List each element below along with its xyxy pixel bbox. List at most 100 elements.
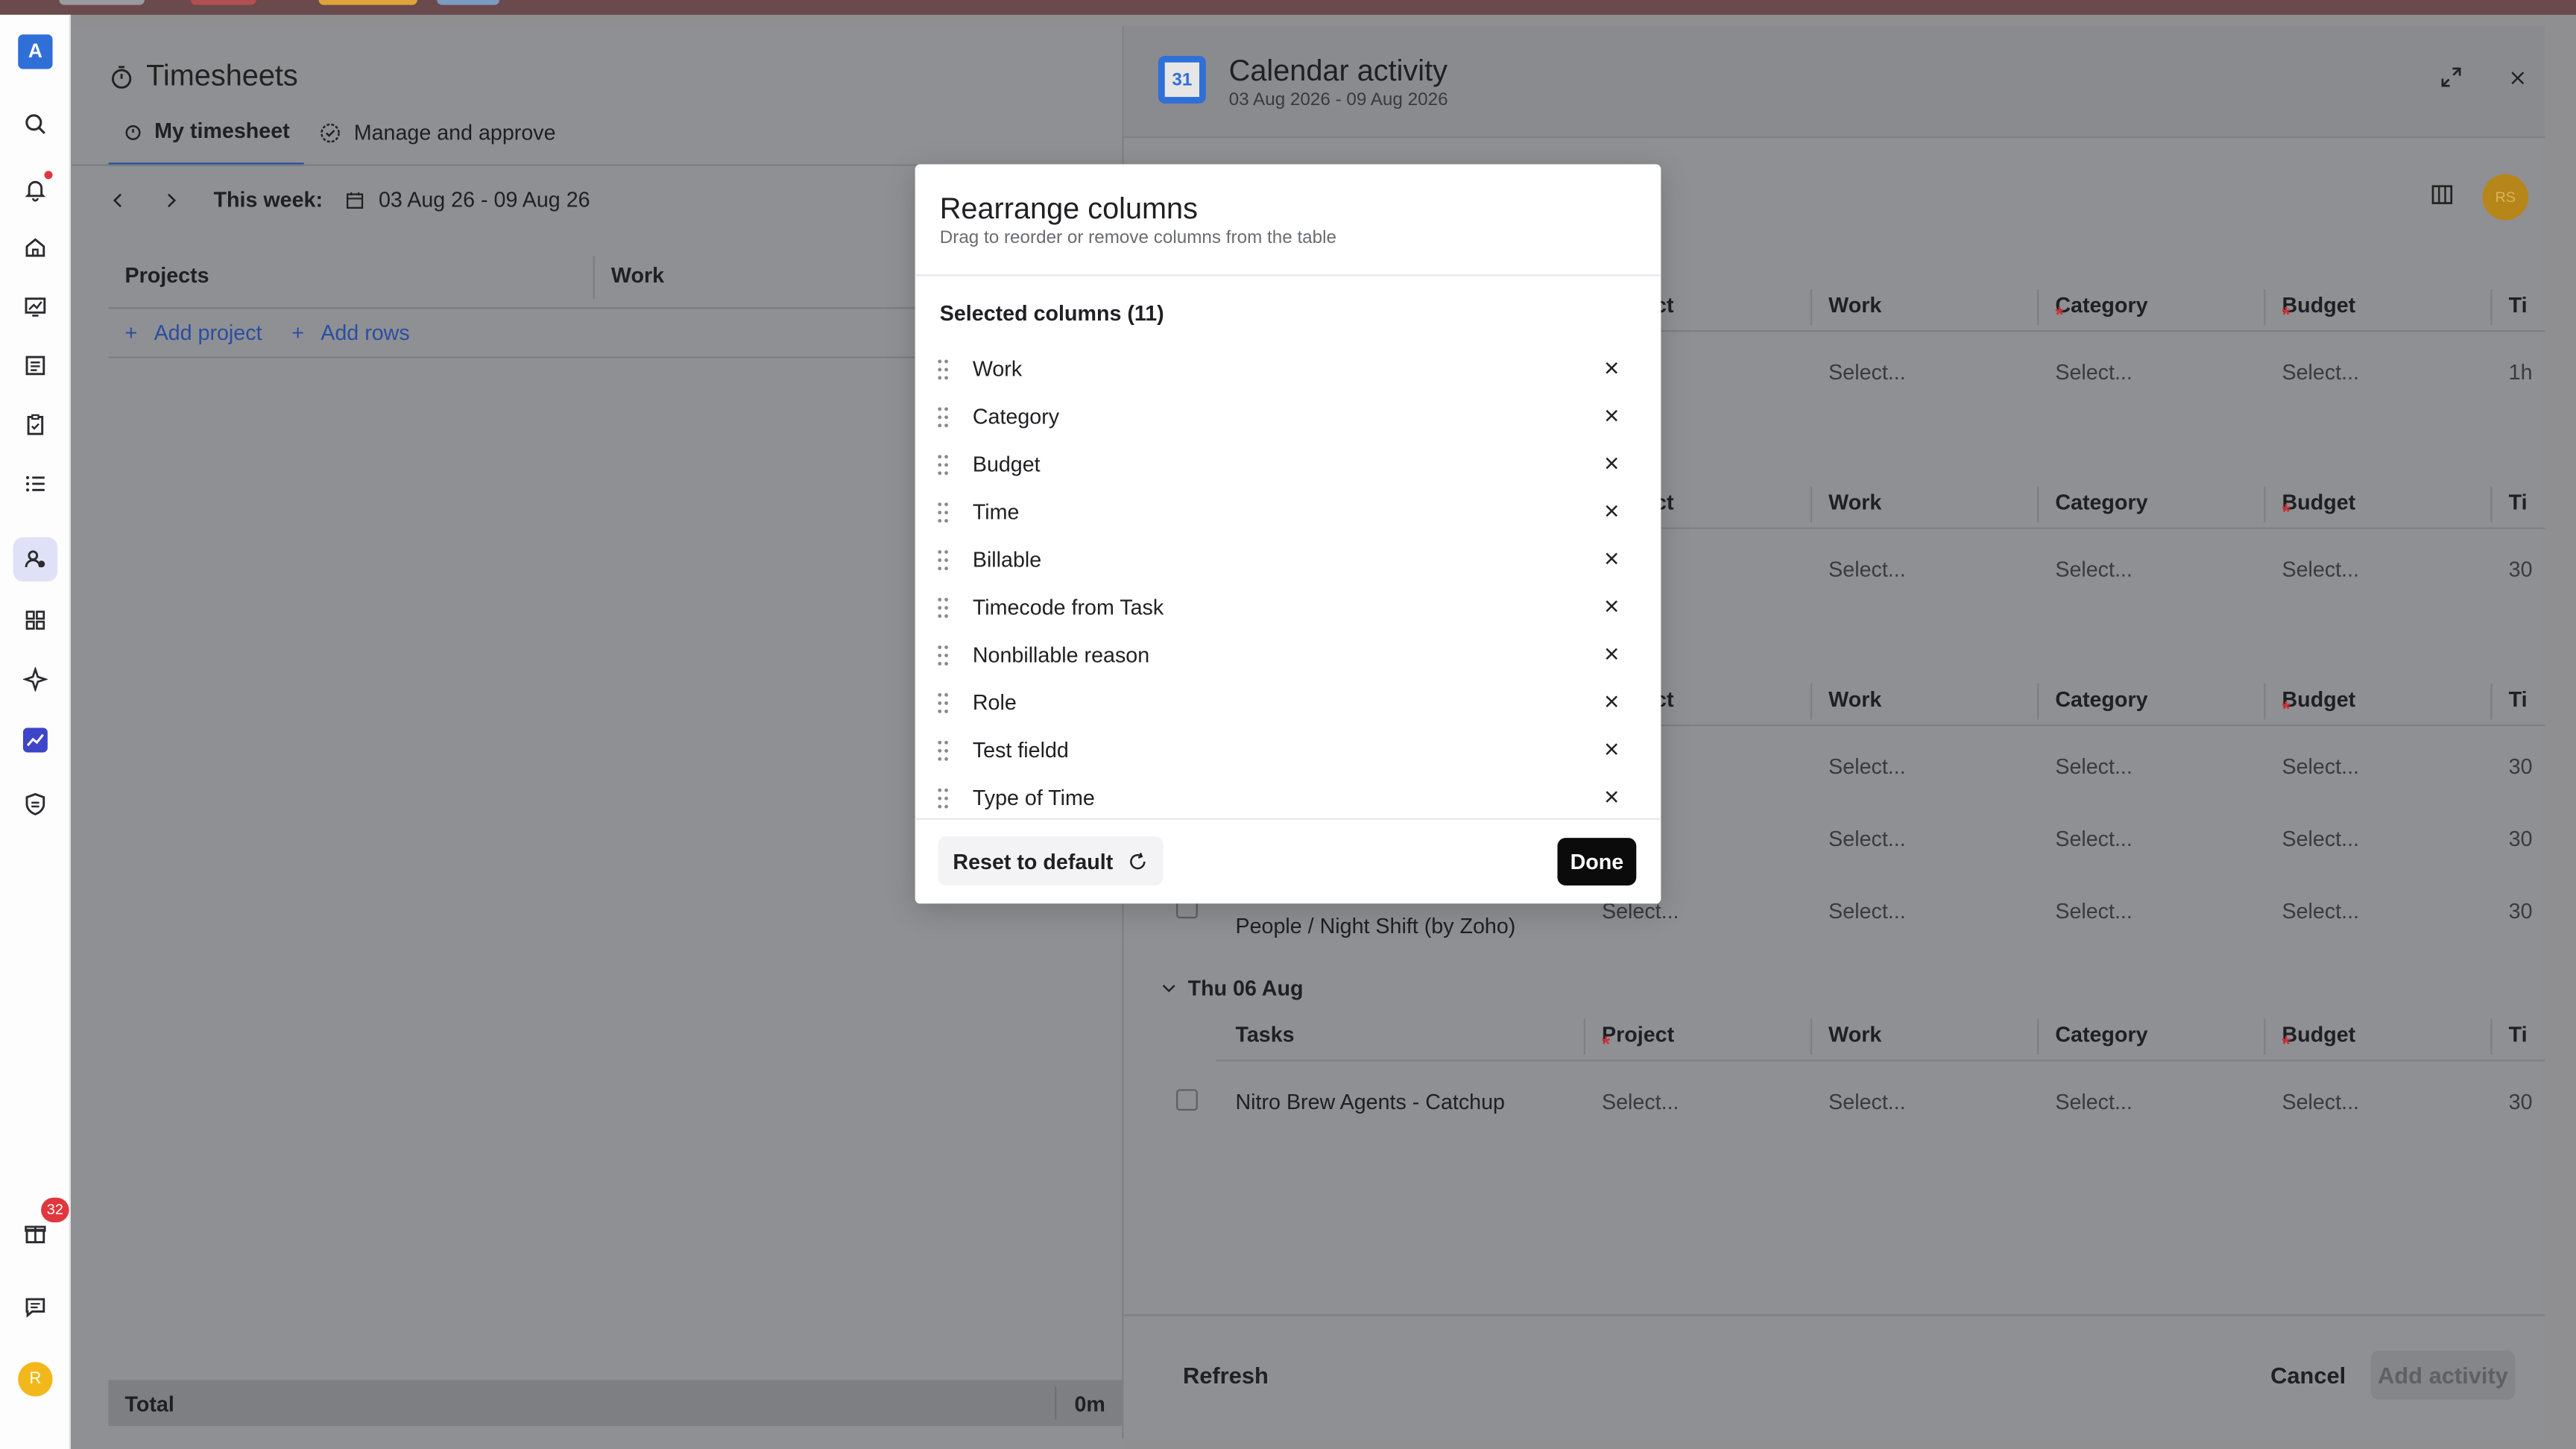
drag-handle-icon[interactable] [935,787,951,810]
day-group-toggle[interactable]: Thu 06 Aug [1160,976,1304,1000]
remove-column-icon[interactable] [1600,690,1623,713]
budget-select[interactable]: Select... [2282,754,2359,779]
refresh-button[interactable]: Refresh [1183,1362,1269,1388]
chevron-right-icon[interactable] [161,190,180,209]
column-list-item[interactable]: Nonbillable reason [915,631,1661,678]
sparkle-icon[interactable] [13,657,58,702]
apps-icon[interactable] [13,598,58,643]
column-divider [2037,683,2039,720]
home-icon[interactable] [13,225,58,270]
drag-handle-icon[interactable] [935,358,951,381]
people-icon[interactable] [13,537,58,582]
chevron-left-icon[interactable] [108,190,127,209]
column-list-item[interactable]: Type of Time [915,774,1661,818]
column-list-item[interactable]: Role [915,678,1661,726]
remove-column-icon[interactable] [1600,643,1623,666]
column-list-item[interactable]: Time [915,488,1661,536]
column-list-item[interactable]: Budget [915,441,1661,488]
selected-columns-list[interactable]: Work Category Budget Time Billable Timecode f… [915,345,1661,818]
remove-column-icon[interactable] [1600,595,1623,618]
time-cell[interactable]: 30 [2509,754,2533,779]
gift-icon[interactable]: 32 [13,1197,69,1255]
chat-icon[interactable] [13,1285,58,1330]
app-root: A 32 R Timesheets My timesheet Manage an… [0,0,2576,1449]
project-select[interactable]: Select... [1602,1089,1679,1114]
remove-column-icon[interactable] [1600,738,1623,761]
reset-to-default-button[interactable]: Reset to default [938,836,1163,886]
work-select[interactable]: Select... [1828,754,1906,779]
column-list-item[interactable]: Category [915,393,1661,441]
drag-handle-icon[interactable] [935,739,951,763]
drag-handle-icon[interactable] [935,549,951,572]
time-cell[interactable]: 30 [2509,557,2533,581]
budget-select[interactable]: Select... [2282,557,2359,581]
drag-handle-icon[interactable] [935,644,951,667]
add-rows-link[interactable]: + Add rows [291,321,410,345]
work-select[interactable]: Select... [1828,827,1906,851]
drag-handle-icon[interactable] [935,453,951,476]
column-list-item[interactable]: Work [915,345,1661,393]
remove-column-icon[interactable] [1600,499,1623,523]
remove-column-icon[interactable] [1600,404,1623,427]
drag-handle-icon[interactable] [935,596,951,619]
tab-chip [190,0,256,5]
column-header: Ti [2508,1021,2528,1047]
drag-handle-icon[interactable] [935,692,951,715]
chart-icon[interactable] [13,718,58,763]
tab-manage-approve[interactable]: Manage and approve [305,119,571,166]
remove-column-icon[interactable] [1600,786,1623,809]
category-select[interactable]: Select... [2055,360,2133,385]
columns-icon[interactable] [2430,183,2460,212]
list-icon[interactable] [13,461,58,506]
bell-icon[interactable] [13,168,58,212]
category-select[interactable]: Select... [2055,1089,2133,1114]
user-avatar[interactable]: R [18,1362,53,1397]
row-checkbox[interactable] [1176,1089,1198,1111]
column-list-item[interactable]: Test fieldd [915,726,1661,774]
column-list-item[interactable]: Billable [915,536,1661,584]
cancel-button[interactable]: Cancel [2270,1362,2346,1388]
app-logo[interactable]: A [18,34,53,69]
category-select[interactable]: Select... [2055,827,2133,851]
add-project-link[interactable]: + Add project [125,321,262,345]
time-cell[interactable]: 30 [2509,1089,2533,1114]
week-range[interactable]: 03 Aug 26 - 09 Aug 26 [379,187,590,212]
category-select[interactable]: Select... [2055,754,2133,779]
remove-column-icon[interactable] [1600,356,1623,379]
budget-select[interactable]: Select... [2282,827,2359,851]
user-avatar[interactable]: RS [2482,174,2529,221]
close-icon[interactable] [2502,63,2532,92]
add-activity-button[interactable]: Add activity [2370,1350,2516,1400]
drag-handle-icon[interactable] [935,501,951,524]
budget-select[interactable]: Select... [2282,899,2359,924]
dashboard-icon[interactable] [13,284,58,329]
column-header: Category [2055,1021,2148,1047]
selected-columns-label: Selected columns (11) [939,300,1164,326]
work-select[interactable]: Select... [1828,557,1906,581]
column-divider [2490,683,2493,720]
work-select[interactable]: Select... [1828,1089,1906,1114]
tab-label: Manage and approve [353,119,556,145]
category-select[interactable]: Select... [2055,557,2133,581]
expand-icon[interactable] [2437,63,2466,92]
work-select[interactable]: Select... [1828,360,1906,385]
remove-column-icon[interactable] [1600,452,1623,475]
time-cell[interactable]: 30 [2509,827,2533,851]
remove-column-icon[interactable] [1600,547,1623,570]
search-icon[interactable] [13,102,58,147]
done-button[interactable]: Done [1557,838,1637,886]
budget-select[interactable]: Select... [2282,1089,2359,1114]
work-select[interactable]: Select... [1828,899,1906,924]
clipboard-icon[interactable] [13,402,58,447]
shield-icon[interactable] [13,782,58,827]
activity-table-header: Tasks * Project Work Category * Budget Ti [1216,1012,2545,1061]
category-select[interactable]: Select... [2055,899,2133,924]
time-cell[interactable]: 1h [2509,360,2533,385]
column-list-item[interactable]: Timecode from Task [915,583,1661,631]
book-icon[interactable] [13,344,58,388]
tab-my-timesheet[interactable]: My timesheet [108,119,305,166]
calendar-icon[interactable] [346,190,365,209]
budget-select[interactable]: Select... [2282,360,2359,385]
drag-handle-icon[interactable] [935,405,951,429]
time-cell[interactable]: 30 [2509,899,2533,924]
